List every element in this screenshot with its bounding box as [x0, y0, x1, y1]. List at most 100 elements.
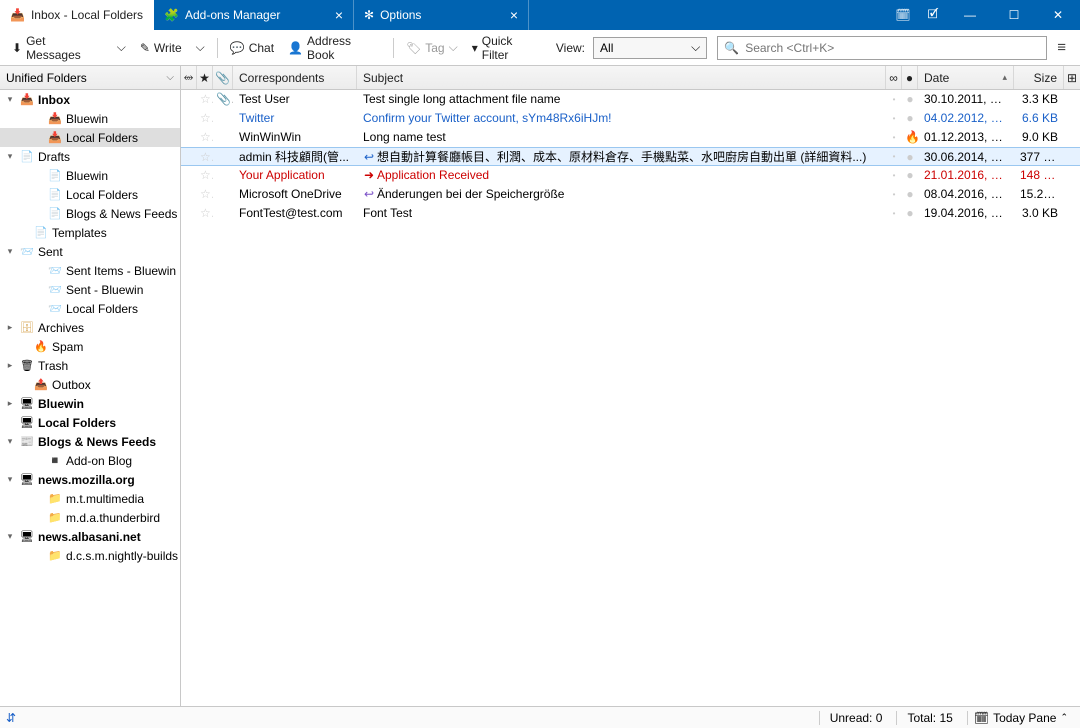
col-thread[interactable]: ⥈ [181, 66, 197, 89]
folder-item[interactable]: ▸🖥Bluewin [0, 394, 180, 413]
message-row[interactable]: ☆📎Test UserTest single long attachment f… [181, 90, 1080, 109]
folder-item[interactable]: ▸🗄Archives [0, 318, 180, 337]
close-icon[interactable]: × [510, 7, 518, 23]
value: 15 [939, 711, 952, 725]
folder-icon: 🔥 [34, 340, 48, 353]
message-row[interactable]: ☆Microsoft OneDrive↩Änderungen bei der S… [181, 185, 1080, 204]
folder-item[interactable]: ▾📰Blogs & News Feeds [0, 432, 180, 451]
search-input[interactable] [745, 41, 1040, 55]
twisty-icon[interactable]: ▾ [4, 474, 16, 485]
label: Unread: [830, 711, 873, 725]
get-messages-button[interactable]: ⬇ Get Messages [6, 31, 109, 65]
folder-item[interactable]: 📁d.c.s.m.nightly-builds [0, 546, 180, 565]
folder-item[interactable]: 📄Templates [0, 223, 180, 242]
filter-icon: ▾ [472, 41, 478, 55]
junk-icon: ∞ [889, 71, 898, 85]
folder-item[interactable]: 📨Local Folders [0, 299, 180, 318]
folder-item[interactable]: ▸🗑Trash [0, 356, 180, 375]
tab-inbox[interactable]: 📥 Inbox - Local Folders [0, 0, 154, 30]
message-pane: ⥈ ★ 📎 Correspondents Subject ∞ ● Date ▴ … [181, 66, 1080, 706]
message-row[interactable]: ☆Your Application➜Application Received•●… [181, 166, 1080, 185]
folder-item[interactable]: ▾🖥news.mozilla.org [0, 470, 180, 489]
folder-label: Bluewin [66, 112, 108, 126]
close-button[interactable]: ✕ [1036, 0, 1080, 30]
col-size[interactable]: Size [1014, 66, 1064, 89]
date-cell: 19.04.2016, 23:23 [918, 206, 1014, 220]
message-row[interactable]: ☆TwitterConfirm your Twitter account, sY… [181, 109, 1080, 128]
folder-item[interactable]: 📄Bluewin [0, 166, 180, 185]
message-row[interactable]: ☆FontTest@test.comFont Test•●19.04.2016,… [181, 204, 1080, 223]
folder-item[interactable]: 📁m.d.a.thunderbird [0, 508, 180, 527]
folder-item[interactable]: 📥Bluewin [0, 109, 180, 128]
folder-item[interactable]: ▾📄Drafts [0, 147, 180, 166]
from-cell: WinWinWin [233, 130, 357, 144]
today-pane-button[interactable]: 🗓 Today Pane ⌃ [967, 711, 1074, 725]
folder-item[interactable]: ◾Add-on Blog [0, 451, 180, 470]
total-count: Total: 15 [896, 711, 962, 725]
app-menu-button[interactable]: ≡ [1049, 35, 1074, 60]
close-icon[interactable]: × [335, 7, 343, 23]
twisty-icon[interactable]: ▾ [4, 246, 16, 257]
write-dropdown[interactable]: ⌵ [190, 37, 211, 58]
folder-item[interactable]: ▾📨Sent [0, 242, 180, 261]
search-box[interactable]: 🔍 [717, 36, 1047, 60]
folder-item[interactable]: ▾📥Inbox [0, 90, 180, 109]
twisty-icon[interactable]: ▾ [4, 94, 16, 105]
calendar-icon[interactable]: 🗓 [888, 0, 918, 30]
col-read[interactable]: ● [902, 66, 918, 89]
twisty-icon[interactable]: ▸ [4, 322, 16, 333]
twisty-icon[interactable]: ▾ [4, 151, 16, 162]
column-headers: ⥈ ★ 📎 Correspondents Subject ∞ ● Date ▴ … [181, 66, 1080, 90]
puzzle-icon: 🧩 [164, 8, 179, 22]
chat-button[interactable]: 💬 Chat [224, 38, 280, 58]
folder-item[interactable]: 📨Sent - Bluewin [0, 280, 180, 299]
message-row[interactable]: ☆WinWinWinLong name test•🔥01.12.2013, 12… [181, 128, 1080, 147]
subject-cell: ➜Application Received [357, 168, 886, 182]
activity-icon[interactable]: ⇵ [6, 711, 16, 725]
view-select[interactable]: All ⌵ [593, 37, 707, 59]
label: Today Pane [993, 711, 1056, 725]
col-attachment[interactable]: 📎 [213, 66, 233, 89]
folder-item[interactable]: 📤Outbox [0, 375, 180, 394]
folder-item[interactable]: 📄Local Folders [0, 185, 180, 204]
col-star[interactable]: ★ [197, 66, 213, 89]
folder-item[interactable]: 📁m.t.multimedia [0, 489, 180, 508]
tasks-icon[interactable]: 🗹 [918, 0, 948, 30]
folder-item[interactable]: ▾🖥news.albasani.net [0, 527, 180, 546]
twisty-icon[interactable]: ▸ [4, 360, 16, 371]
quick-filter-button[interactable]: ▾ Quick Filter [466, 31, 548, 65]
subject-cell: Confirm your Twitter account, sYm48Rx6iH… [357, 111, 886, 125]
write-button[interactable]: ✎ Write [134, 38, 188, 58]
folder-icon: 📤 [34, 378, 48, 391]
folder-pane-header[interactable]: Unified Folders ⌵ [0, 66, 180, 90]
maximize-button[interactable]: ☐ [992, 0, 1036, 30]
tab-options[interactable]: ✻ Options × [354, 0, 529, 30]
message-row[interactable]: ☆admin 科技顧問(管...↩想自動計算餐廳帳目、利潤、成本、原材料倉存、手… [181, 147, 1080, 166]
folder-item[interactable]: 📄Blogs & News Feeds [0, 204, 180, 223]
folder-item[interactable]: 🖥Local Folders [0, 413, 180, 432]
twisty-icon[interactable]: ▾ [4, 436, 16, 447]
tab-addons[interactable]: 🧩 Add-ons Manager × [154, 0, 354, 30]
folder-icon: 📨 [20, 245, 34, 258]
minimize-button[interactable]: — [948, 0, 992, 30]
folder-item[interactable]: 🔥Spam [0, 337, 180, 356]
get-messages-dropdown[interactable]: ⌵ [111, 37, 132, 58]
col-date[interactable]: Date ▴ [918, 66, 1014, 89]
col-subject[interactable]: Subject [357, 66, 886, 89]
address-book-button[interactable]: 👤 Address Book [282, 31, 387, 65]
col-correspondents[interactable]: Correspondents [233, 66, 357, 89]
tag-button[interactable]: 🏷 Tag ⌵ [400, 37, 464, 58]
folder-item[interactable]: 📨Sent Items - Bluewin [0, 261, 180, 280]
col-junk[interactable]: ∞ [886, 66, 902, 89]
subject-cell: Long name test [357, 130, 886, 144]
label: Tag [425, 41, 444, 55]
junk-cell: • [886, 190, 902, 199]
subject-icon: ↩ [363, 150, 375, 164]
col-picker[interactable]: ⊞ [1064, 66, 1080, 89]
twisty-icon[interactable]: ▸ [4, 398, 16, 409]
folder-icon: 📄 [48, 188, 62, 201]
folder-item[interactable]: 📥Local Folders [0, 128, 180, 147]
size-cell: 3.3 KB [1014, 92, 1064, 106]
twisty-icon[interactable]: ▾ [4, 531, 16, 542]
label: Write [154, 41, 182, 55]
